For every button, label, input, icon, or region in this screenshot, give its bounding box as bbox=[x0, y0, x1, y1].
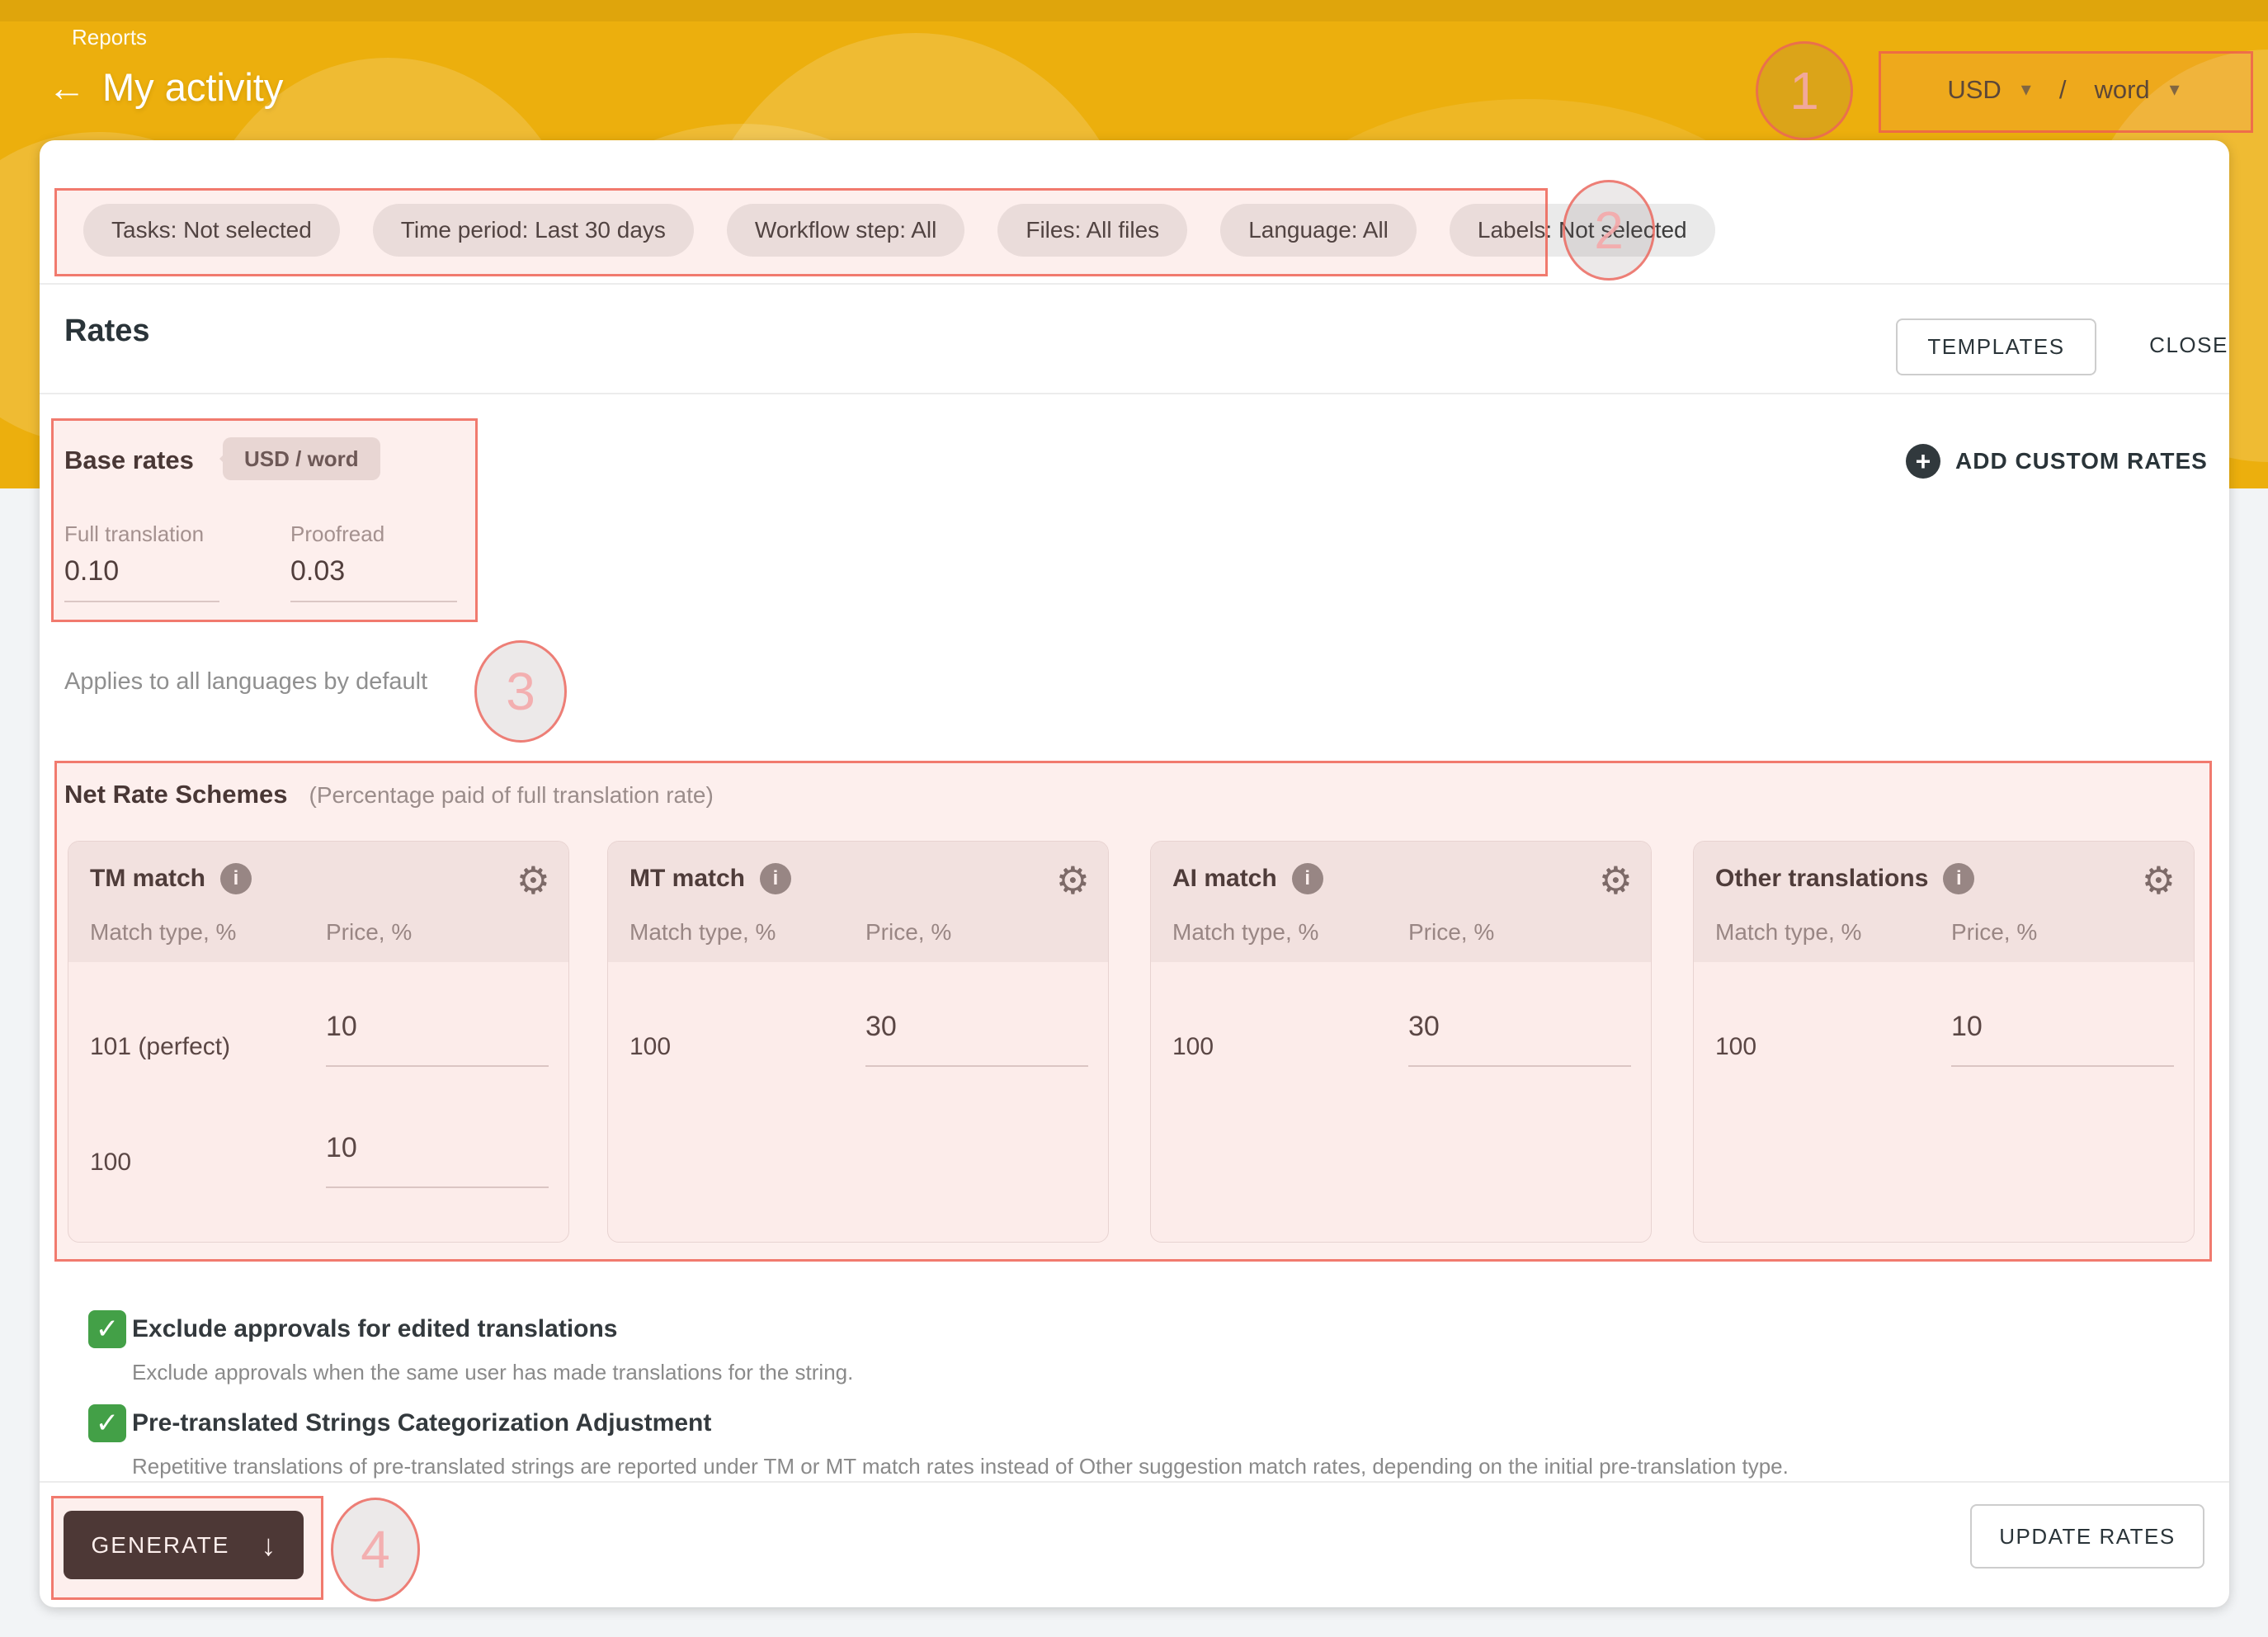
info-icon[interactable]: i bbox=[760, 863, 791, 894]
column-match-type: Match type, % bbox=[1715, 919, 1861, 946]
gear-icon[interactable]: ⚙ bbox=[1599, 861, 1633, 899]
breadcrumb[interactable]: Reports bbox=[72, 25, 147, 50]
price-input[interactable]: 30 bbox=[1408, 1011, 1631, 1067]
scheme-card-header: TM match i ⚙ Match type, % Price, % bbox=[68, 842, 568, 962]
scheme-title: AI match bbox=[1172, 865, 1277, 893]
divider bbox=[40, 1481, 2229, 1483]
proofread-value[interactable]: 0.03 bbox=[290, 555, 457, 587]
option-description-exclude-approvals: Exclude approvals when the same user has… bbox=[132, 1360, 853, 1385]
filter-chip-workflow-step[interactable]: Workflow step: All bbox=[727, 204, 964, 257]
column-match-type: Match type, % bbox=[1172, 919, 1318, 946]
full-translation-label: Full translation bbox=[64, 521, 219, 547]
filter-chip-labels[interactable]: Labels: Not selected bbox=[1450, 204, 1715, 257]
chevron-down-icon: ▾ bbox=[2170, 80, 2180, 100]
match-type-value: 100 bbox=[90, 1149, 131, 1177]
option-label-exclude-approvals: Exclude approvals for edited translation… bbox=[132, 1315, 618, 1343]
update-rates-button[interactable]: UPDATE RATES bbox=[1970, 1504, 2204, 1569]
scheme-card-ai-match: AI match i ⚙ Match type, % Price, % 100 … bbox=[1150, 841, 1652, 1243]
column-match-type: Match type, % bbox=[629, 919, 776, 946]
scheme-title: Other translations bbox=[1715, 865, 1928, 893]
column-price: Price, % bbox=[1951, 919, 2037, 946]
chevron-down-icon: ▾ bbox=[2021, 80, 2031, 100]
proofread-label: Proofread bbox=[290, 521, 457, 547]
report-card: Tasks: Not selected Time period: Last 30… bbox=[40, 140, 2229, 1607]
checkbox-pretranslated-adjustment[interactable]: ✓ bbox=[88, 1404, 126, 1442]
divider bbox=[40, 283, 2229, 285]
filter-chip-time-period[interactable]: Time period: Last 30 days bbox=[373, 204, 694, 257]
add-custom-rates-label: ADD CUSTOM RATES bbox=[1955, 448, 2208, 474]
close-button[interactable]: CLOSE bbox=[2135, 318, 2242, 372]
filter-chip-tasks[interactable]: Tasks: Not selected bbox=[83, 204, 340, 257]
column-price: Price, % bbox=[1408, 919, 1494, 946]
net-rate-schemes-title: Net Rate Schemes bbox=[64, 780, 288, 809]
proofread-field[interactable]: Proofread 0.03 bbox=[290, 521, 457, 602]
currency-value: USD bbox=[1947, 75, 2001, 105]
currency-select[interactable]: USD ▾ bbox=[1947, 75, 2031, 105]
gear-icon[interactable]: ⚙ bbox=[2142, 861, 2176, 899]
gear-icon[interactable]: ⚙ bbox=[1056, 861, 1090, 899]
templates-button[interactable]: TEMPLATES bbox=[1896, 318, 2096, 375]
scheme-card-header: Other translations i ⚙ Match type, % Pri… bbox=[1694, 842, 2194, 962]
match-type-value: 101 (perfect) bbox=[90, 1033, 230, 1061]
applies-note: Applies to all languages by default bbox=[64, 668, 427, 696]
unit-value: word bbox=[2094, 75, 2149, 105]
add-custom-rates-button[interactable]: + ADD CUSTOM RATES bbox=[1906, 444, 2208, 479]
scheme-title: TM match bbox=[90, 865, 205, 893]
unit-select[interactable]: word ▾ bbox=[2094, 75, 2179, 105]
rates-section-title: Rates bbox=[64, 314, 150, 349]
price-input[interactable]: 10 bbox=[1951, 1011, 2174, 1067]
option-label-pretranslated-adjustment: Pre-translated Strings Categorization Ad… bbox=[132, 1409, 711, 1437]
scheme-title: MT match bbox=[629, 865, 745, 893]
info-icon[interactable]: i bbox=[220, 863, 252, 894]
plus-icon: + bbox=[1906, 444, 1940, 479]
match-type-value: 100 bbox=[1715, 1033, 1756, 1061]
column-match-type: Match type, % bbox=[90, 919, 236, 946]
price-input[interactable]: 30 bbox=[865, 1011, 1088, 1067]
option-description-pretranslated-adjustment: Repetitive translations of pre-translate… bbox=[132, 1454, 1789, 1479]
page-title: My activity bbox=[102, 64, 283, 110]
download-arrow-icon: ↓ bbox=[261, 1531, 276, 1560]
filter-chip-files[interactable]: Files: All files bbox=[997, 204, 1187, 257]
match-type-value: 100 bbox=[629, 1033, 671, 1061]
back-arrow-icon[interactable]: ← bbox=[48, 68, 86, 106]
base-rates-currency-badge: USD / word bbox=[223, 437, 380, 480]
currency-unit-separator: / bbox=[2059, 75, 2067, 105]
scheme-card-other-translations: Other translations i ⚙ Match type, % Pri… bbox=[1693, 841, 2195, 1243]
info-icon[interactable]: i bbox=[1943, 863, 1974, 894]
scheme-card-header: AI match i ⚙ Match type, % Price, % bbox=[1151, 842, 1651, 962]
price-input[interactable]: 10 bbox=[326, 1132, 549, 1188]
filter-chip-language[interactable]: Language: All bbox=[1220, 204, 1417, 257]
column-price: Price, % bbox=[865, 919, 951, 946]
currency-unit-selector: USD ▾ / word ▾ bbox=[1879, 51, 2248, 128]
column-price: Price, % bbox=[326, 919, 412, 946]
scheme-card-mt-match: MT match i ⚙ Match type, % Price, % 100 … bbox=[607, 841, 1109, 1243]
generate-button-label: GENERATE bbox=[92, 1532, 230, 1559]
full-translation-field[interactable]: Full translation 0.10 bbox=[64, 521, 219, 602]
base-rates-title: Base rates bbox=[64, 446, 194, 475]
filters-row: Tasks: Not selected Time period: Last 30… bbox=[83, 204, 1715, 257]
generate-button[interactable]: GENERATE ↓ bbox=[64, 1511, 304, 1579]
full-translation-value[interactable]: 0.10 bbox=[64, 555, 219, 587]
gear-icon[interactable]: ⚙ bbox=[516, 861, 550, 899]
checkbox-exclude-approvals[interactable]: ✓ bbox=[88, 1310, 126, 1348]
match-type-value: 100 bbox=[1172, 1033, 1214, 1061]
info-icon[interactable]: i bbox=[1292, 863, 1323, 894]
net-rate-schemes-subtitle: (Percentage paid of full translation rat… bbox=[309, 782, 714, 809]
divider bbox=[40, 393, 2229, 394]
price-input[interactable]: 10 bbox=[326, 1011, 549, 1067]
reports-page: Reports ← My activity USD ▾ / word ▾ Tas… bbox=[0, 0, 2268, 1637]
scheme-card-header: MT match i ⚙ Match type, % Price, % bbox=[608, 842, 1108, 962]
scheme-card-tm-match: TM match i ⚙ Match type, % Price, % 101 … bbox=[68, 841, 569, 1243]
